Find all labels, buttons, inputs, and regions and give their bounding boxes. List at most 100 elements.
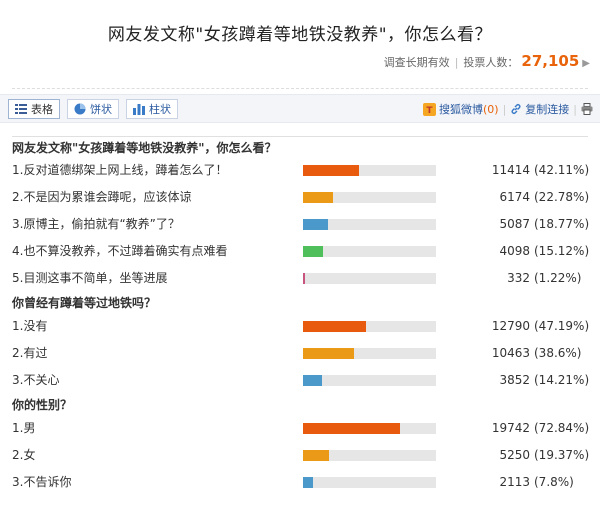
option-row: 1.反对道德绑架上网上线，蹲着怎么了！ 11414 (42.11%) <box>12 157 590 184</box>
weibo-icon: T <box>422 102 436 116</box>
vote-count: 10463 <box>491 346 530 360</box>
option-label: 2.有过 <box>12 346 48 360</box>
print-button[interactable] <box>581 103 596 115</box>
voters-count: 27,105 <box>521 52 580 70</box>
result-bar-fill <box>303 273 305 284</box>
option-label: 3.不关心 <box>12 373 60 387</box>
copy-link-label: 复制连接 <box>525 103 570 116</box>
option-label: 3.原博主，偷拍就有“教养”了？ <box>12 217 180 231</box>
caret-right-icon: ▶ <box>582 58 590 69</box>
vote-count: 19742 <box>491 421 530 435</box>
option-row: 2.有过 10463 (38.6%) <box>12 340 588 367</box>
result-bar-fill <box>303 450 329 461</box>
result-bar-track <box>303 375 436 386</box>
tool-divider: | <box>573 102 577 116</box>
vote-count: 12790 <box>491 319 530 333</box>
result-bar-track <box>303 165 436 176</box>
option-label: 2.女 <box>12 448 36 462</box>
vote-count: 3852 <box>499 373 530 387</box>
result-bar-fill <box>303 348 355 359</box>
result-bar-fill <box>303 192 334 203</box>
result-bar-track <box>303 273 436 284</box>
option-row: 1.男 19742 (72.84%) <box>12 415 590 442</box>
question-title: 你曾经有蹲着等过地铁吗？ <box>12 296 157 310</box>
vote-percentage: (7.8%) <box>534 475 574 489</box>
vote-percentage: (14.21%) <box>534 373 590 387</box>
option-label: 4.也不算没教养，不过蹲着确实有点难看 <box>12 244 228 258</box>
table-icon <box>15 104 27 114</box>
vote-count: 332 <box>507 271 530 285</box>
vote-percentage: (38.6%) <box>534 346 582 360</box>
option-row: 2.不是因为累谁会蹲呢，应该体谅 6174 (22.78%) <box>12 184 590 211</box>
svg-text:T: T <box>426 106 433 116</box>
result-bar-fill <box>303 165 359 176</box>
divider <box>12 88 588 89</box>
vote-percentage: (1.22%) <box>534 271 582 285</box>
result-bar-track <box>303 348 436 359</box>
option-row: 2.女 5250 (19.37%) <box>12 442 590 469</box>
tab-pie[interactable]: 饼状 <box>67 99 119 119</box>
question-title: 网友发文称"女孩蹲着等地铁没教养"，你怎么看？ <box>12 136 588 157</box>
tab-bar-label: 柱状 <box>149 103 171 116</box>
tab-bar[interactable]: 柱状 <box>126 99 178 119</box>
vote-percentage: (22.78%) <box>534 190 590 204</box>
vote-percentage: (15.12%) <box>534 244 590 258</box>
result-bar-fill <box>303 321 366 332</box>
weibo-count: (0) <box>482 102 499 116</box>
option-row: 3.原博主，偷拍就有“教养”了？ 5087 (18.77%) <box>12 211 590 238</box>
option-row: 3.不关心 3852 (14.21%) <box>12 367 590 394</box>
result-bar-track <box>303 450 436 461</box>
page-title: 网友发文称"女孩蹲着等地铁没教养"，你怎么看？ <box>107 25 493 45</box>
validity-text: 调查长期有效 <box>383 56 450 69</box>
option-row: 1.没有 12790 (47.19%) <box>12 313 589 340</box>
bar-chart-icon <box>133 104 145 115</box>
survey-stats: 调查长期有效 | 投票人数： 27,105 ▶ <box>384 52 590 70</box>
option-label: 1.没有 <box>12 319 48 333</box>
copy-link-button[interactable]: 复制连接 <box>510 101 569 117</box>
option-label: 1.反对道德绑架上网上线，蹲着怎么了！ <box>12 163 228 177</box>
result-bar-fill <box>303 375 322 386</box>
vote-count: 5250 <box>499 448 530 462</box>
tab-table-label: 表格 <box>31 103 53 116</box>
vote-count: 5087 <box>499 217 530 231</box>
stats-divider: | <box>454 56 459 69</box>
vote-count: 2113 <box>499 475 530 489</box>
vote-percentage: (42.11%) <box>534 163 590 177</box>
option-label: 3.不告诉你 <box>12 475 72 489</box>
vote-count: 4098 <box>499 244 530 258</box>
result-bar-track <box>303 192 436 203</box>
share-tools: T 搜狐微博 (0) | 复制连接 | <box>422 101 596 117</box>
option-row: 5.目测这事不简单，坐等进展 332 (1.22%) <box>12 265 588 292</box>
tool-divider: | <box>502 102 507 116</box>
vote-percentage: (72.84%) <box>534 421 590 435</box>
result-bar-track <box>303 246 436 257</box>
vote-percentage: (18.77%) <box>534 217 590 231</box>
vote-count: 11414 <box>491 163 530 177</box>
tab-table[interactable]: 表格 <box>8 99 60 119</box>
option-label: 2.不是因为累谁会蹲呢，应该体谅 <box>12 190 192 204</box>
pie-chart-icon <box>74 103 86 115</box>
result-bar-track <box>303 423 436 434</box>
result-bar-fill <box>303 246 324 257</box>
option-label: 1.男 <box>12 421 36 435</box>
weibo-share-button[interactable]: T 搜狐微博 (0) <box>422 101 499 117</box>
option-row: 3.不告诉你 2113 (7.8%) <box>12 469 588 496</box>
link-icon <box>511 104 521 114</box>
vote-count: 6174 <box>499 190 530 204</box>
result-bar-track <box>303 321 436 332</box>
voters-label: 投票人数： <box>463 56 519 69</box>
result-bar-track <box>303 219 436 230</box>
result-bar-fill <box>303 423 400 434</box>
survey-results: 网友发文称"女孩蹲着等地铁没教养"，你怎么看？ 1.反对道德绑架上网上线，蹲着怎么… <box>12 136 590 496</box>
question-title: 你的性别？ <box>12 398 73 412</box>
result-bar-track <box>303 477 436 488</box>
result-bar-fill <box>303 219 328 230</box>
printer-icon <box>581 103 593 115</box>
result-bar-fill <box>303 477 314 488</box>
weibo-label: 搜狐微博 <box>438 103 483 116</box>
tab-pie-label: 饼状 <box>90 103 112 116</box>
vote-percentage: (19.37%) <box>534 448 590 462</box>
toolbar: 表格 饼状 柱状 T 搜狐微博 (0) | 复制连接 | <box>0 94 600 123</box>
option-label: 5.目测这事不简单，坐等进展 <box>12 271 168 285</box>
view-tabs: 表格 饼状 柱状 <box>8 99 178 119</box>
